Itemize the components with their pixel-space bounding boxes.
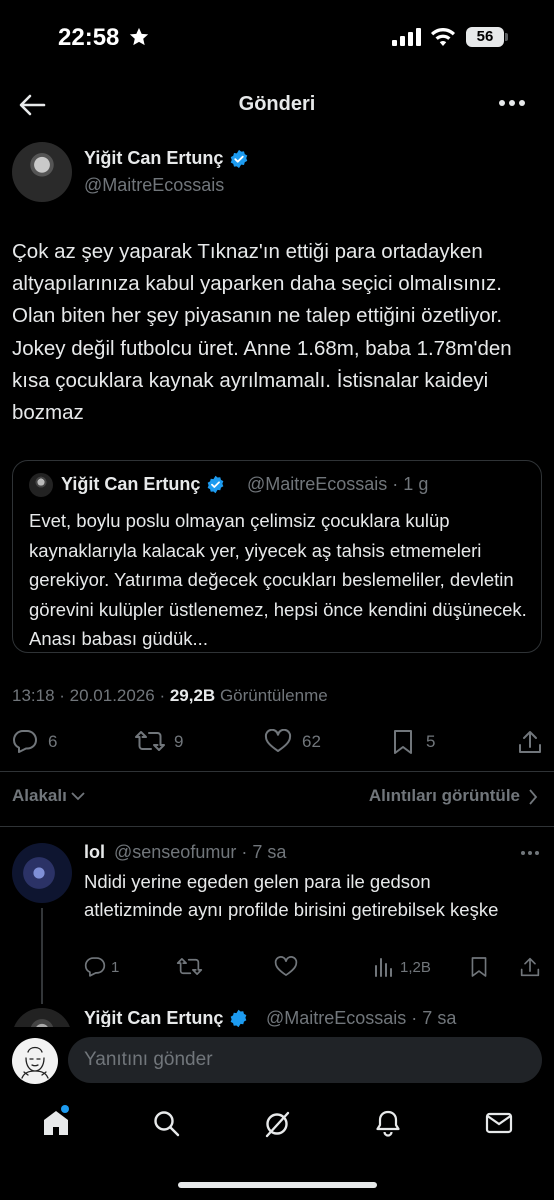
author-handle[interactable]: @MaitreEcossais xyxy=(84,175,224,196)
quoted-handle-time: @MaitreEcossais · 1 g xyxy=(247,474,429,494)
quoted-author-avatar xyxy=(29,473,53,497)
reply-handle-time[interactable]: @MaitreEcossais · 7 sa xyxy=(266,1008,456,1027)
views-count: 1,2B xyxy=(400,959,431,976)
battery-indicator: 56 xyxy=(466,27,504,47)
view-quotes-link[interactable]: Alıntıları görüntüle xyxy=(369,786,520,806)
notification-dot xyxy=(61,1105,69,1113)
reply-author-name[interactable]: Yiğit Can Ertunç xyxy=(84,1008,223,1027)
reply-avatar[interactable] xyxy=(12,843,72,903)
sort-dropdown[interactable]: Alakalı xyxy=(12,786,85,806)
post-timestamp: 13:18 · 20.01.2026 · xyxy=(12,686,170,705)
like-heart-icon[interactable] xyxy=(274,956,298,977)
sort-label[interactable]: Alakalı xyxy=(12,786,67,806)
repost-count: 9 xyxy=(174,732,184,751)
quoted-post-text: Evet, boylu poslu olmayan çelimsiz çocuk… xyxy=(29,510,527,650)
divider xyxy=(0,771,554,772)
view-quotes-label[interactable]: Alıntıları görüntüle xyxy=(369,786,520,806)
messages-envelope-icon[interactable] xyxy=(484,1109,514,1137)
notifications-bell-icon[interactable] xyxy=(374,1109,402,1137)
views-chart-icon[interactable] xyxy=(374,956,394,977)
reply-icon[interactable] xyxy=(84,956,106,977)
post-text: Çok az şey yaparak Tıknaz'ın ettiği para… xyxy=(12,240,512,425)
my-avatar[interactable] xyxy=(12,1038,58,1084)
author-name-row[interactable]: Yiğit Can Ertunç xyxy=(84,148,249,169)
share-icon[interactable] xyxy=(518,729,542,755)
grok-icon[interactable] xyxy=(262,1109,292,1139)
home-indicator xyxy=(178,1182,377,1188)
reply-count: 6 xyxy=(48,732,58,751)
chevron-right-icon xyxy=(529,789,538,805)
reply-icon[interactable] xyxy=(12,729,38,753)
star-icon xyxy=(129,27,149,46)
wifi-icon xyxy=(431,28,455,46)
share-icon[interactable] xyxy=(520,956,540,978)
battery-cap xyxy=(505,33,508,41)
author-avatar[interactable] xyxy=(12,142,72,202)
bookmark-icon[interactable] xyxy=(470,956,488,978)
sketch-avatar-icon xyxy=(21,1046,49,1079)
verified-badge-icon xyxy=(208,475,224,494)
more-options-icon[interactable] xyxy=(520,850,540,856)
verified-badge-icon xyxy=(231,149,248,168)
bookmark-icon[interactable] xyxy=(392,729,414,755)
quoted-author-name: Yiğit Can Ertunç xyxy=(61,474,201,494)
reply-author-name[interactable]: lol xyxy=(84,842,105,863)
author-name[interactable]: Yiğit Can Ertunç xyxy=(84,148,223,169)
search-icon[interactable] xyxy=(152,1109,180,1137)
reply-input[interactable] xyxy=(68,1037,542,1083)
verified-badge-icon xyxy=(231,1009,247,1027)
views-count: 29,2B xyxy=(169,686,216,705)
reply-avatar[interactable] xyxy=(12,1008,72,1027)
reply-count: 1 xyxy=(111,959,120,976)
chevron-down-icon xyxy=(71,792,85,801)
more-options-icon[interactable] xyxy=(498,99,526,107)
like-count: 62 xyxy=(302,732,321,751)
reply-item-clipped[interactable]: Yiğit Can Ertunç @MaitreEcossais · 7 sa xyxy=(0,1000,554,1027)
like-heart-icon[interactable] xyxy=(264,729,292,753)
views-label: Görüntülenme xyxy=(219,686,328,705)
cellular-signal-icon xyxy=(392,28,421,46)
post-meta: 13:18 · 20.01.2026 · 29,2B Görüntülenme xyxy=(12,686,328,706)
home-icon[interactable] xyxy=(42,1109,70,1137)
repost-icon[interactable] xyxy=(134,729,166,753)
quoted-author-row: Yiğit Can Ertunç xyxy=(61,474,225,495)
thread-line xyxy=(41,908,43,1004)
reply-handle-time[interactable]: @senseofumur · 7 sa xyxy=(114,842,286,863)
status-time: 22:58 xyxy=(58,24,120,51)
reply-author-row[interactable]: Yiğit Can Ertunç xyxy=(84,1008,248,1027)
reply-text: Ndidi yerine egeden gelen para ile gedso… xyxy=(84,871,499,920)
repost-icon[interactable] xyxy=(176,956,203,977)
divider xyxy=(0,826,554,827)
page-title: Gönderi xyxy=(238,93,316,115)
bookmark-count: 5 xyxy=(426,732,436,751)
